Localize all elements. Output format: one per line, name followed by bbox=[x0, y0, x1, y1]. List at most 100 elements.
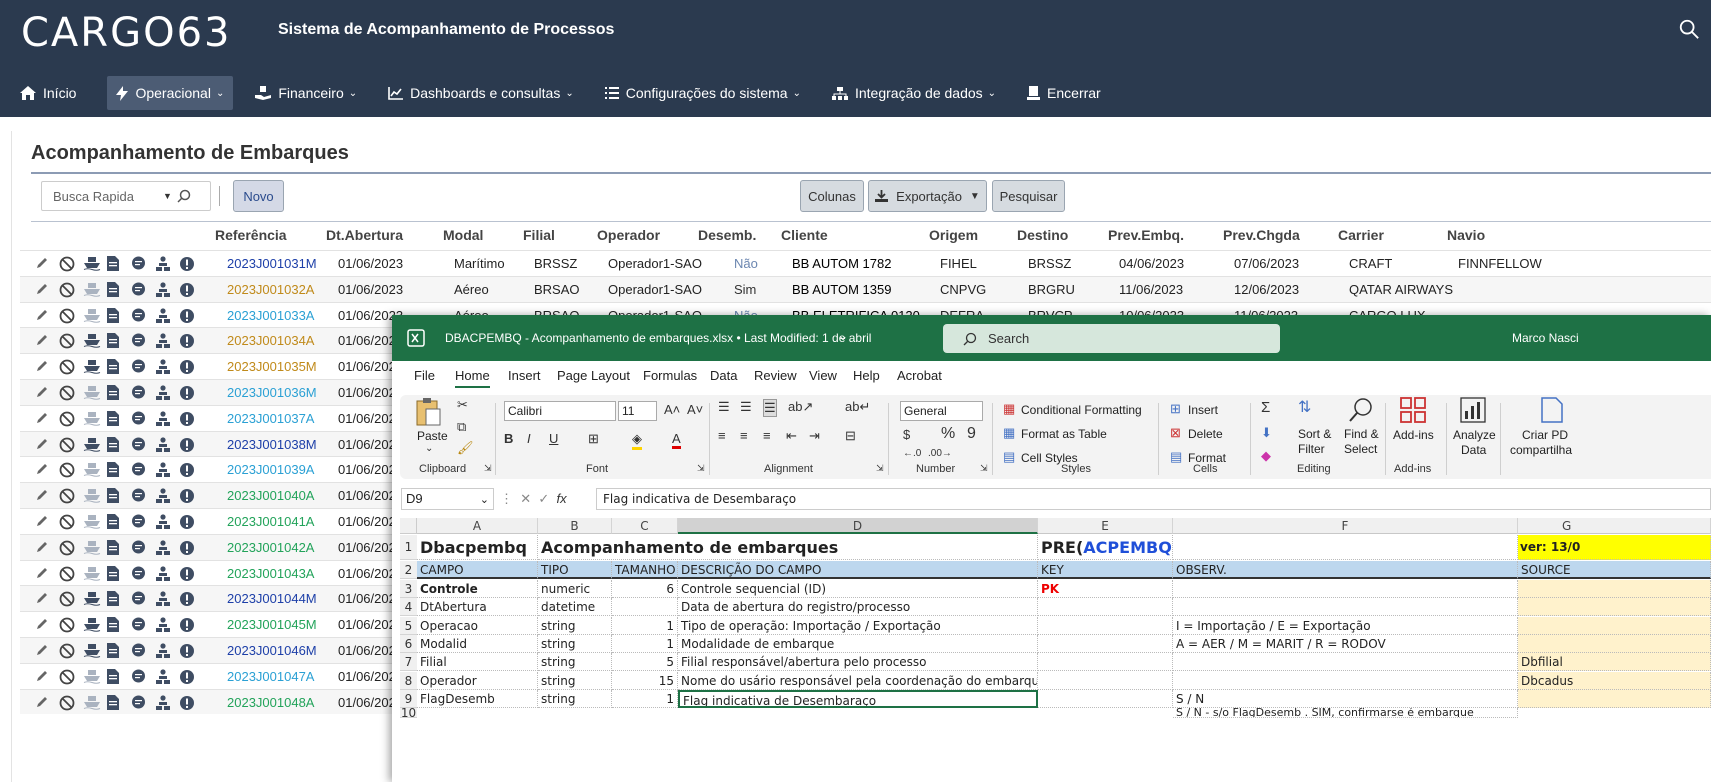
row-header[interactable]: 1 bbox=[400, 535, 417, 560]
increase-indent-icon[interactable]: ⇥ bbox=[809, 428, 820, 444]
font-name-select[interactable]: Calibri bbox=[504, 401, 616, 421]
cell-c7[interactable]: 5 bbox=[612, 653, 678, 672]
pencil-icon[interactable] bbox=[35, 566, 59, 582]
cell-e9[interactable] bbox=[1038, 689, 1173, 708]
caret-down-icon[interactable]: ▼ bbox=[163, 191, 172, 201]
colunas-button[interactable]: Colunas bbox=[800, 180, 864, 212]
cell-ref[interactable]: 2023J001047A bbox=[227, 669, 314, 684]
tab-page-layout[interactable]: Page Layout bbox=[557, 368, 630, 383]
document-icon[interactable] bbox=[107, 256, 131, 272]
chat-icon[interactable] bbox=[131, 437, 155, 453]
cell-e7[interactable] bbox=[1038, 653, 1173, 672]
nav-inicio[interactable]: Início bbox=[11, 76, 85, 110]
pencil-icon[interactable] bbox=[35, 359, 59, 375]
row-header[interactable]: 7 bbox=[400, 653, 417, 672]
col-operador[interactable]: Operador bbox=[597, 227, 660, 243]
chat-icon[interactable] bbox=[131, 669, 155, 685]
ban-icon[interactable] bbox=[59, 591, 83, 607]
pencil-icon[interactable] bbox=[35, 540, 59, 556]
analyze-data-icon[interactable] bbox=[1460, 397, 1486, 423]
comma-style-icon[interactable]: 9 bbox=[967, 425, 976, 443]
cell-f6[interactable]: A = AER / M = MARIT / R = RODOV bbox=[1173, 634, 1518, 653]
alert-icon[interactable] bbox=[179, 669, 203, 685]
search-icon[interactable] bbox=[177, 189, 192, 204]
nav-financeiro[interactable]: Financeiro ⌄ bbox=[246, 76, 366, 110]
font-size-select[interactable]: 11 bbox=[618, 401, 657, 421]
row-header[interactable]: 5 bbox=[400, 616, 417, 635]
align-right-icon[interactable]: ≡ bbox=[763, 428, 771, 443]
chevron-down-icon[interactable]: ⌄ bbox=[425, 443, 433, 454]
chat-icon[interactable] bbox=[131, 256, 155, 272]
cell-e3[interactable]: PK bbox=[1038, 580, 1173, 598]
alert-icon[interactable] bbox=[179, 540, 203, 556]
users-icon[interactable] bbox=[155, 591, 179, 607]
pencil-icon[interactable] bbox=[35, 256, 59, 272]
cell-a9[interactable]: FlagDesemb bbox=[417, 689, 538, 708]
alert-icon[interactable] bbox=[179, 333, 203, 349]
document-icon[interactable] bbox=[107, 359, 131, 375]
ship-icon[interactable] bbox=[83, 540, 107, 556]
users-icon[interactable] bbox=[155, 333, 179, 349]
nav-dashboards[interactable]: Dashboards e consultas ⌄ bbox=[379, 76, 583, 110]
users-icon[interactable] bbox=[155, 540, 179, 556]
alert-icon[interactable] bbox=[179, 385, 203, 401]
cell-a4[interactable]: DtAbertura bbox=[417, 598, 538, 617]
find-icon[interactable] bbox=[1348, 397, 1374, 423]
ban-icon[interactable] bbox=[59, 488, 83, 504]
borders-icon[interactable]: ⊞ bbox=[588, 431, 599, 447]
cell-e2[interactable]: KEY bbox=[1038, 561, 1173, 579]
col-referencia[interactable]: Referência bbox=[215, 227, 287, 243]
document-icon[interactable] bbox=[107, 565, 131, 582]
chat-icon[interactable] bbox=[131, 462, 155, 478]
row-header[interactable]: 4 bbox=[400, 598, 417, 617]
pencil-icon[interactable] bbox=[35, 643, 59, 659]
cell-d8[interactable]: Nome do usário responsável pela coordena… bbox=[678, 671, 1038, 690]
cell-ref[interactable]: 2023J001036M bbox=[227, 385, 317, 400]
cell-f4[interactable] bbox=[1173, 598, 1518, 617]
chat-icon[interactable] bbox=[131, 695, 155, 711]
cell-g5[interactable] bbox=[1518, 616, 1711, 635]
cell-e8[interactable] bbox=[1038, 671, 1173, 690]
col-prev-embq[interactable]: Prev.Embq. bbox=[1108, 227, 1184, 243]
dialog-launcher-icon[interactable]: ⇲ bbox=[876, 463, 884, 474]
users-icon[interactable] bbox=[155, 694, 179, 711]
bold-icon[interactable]: B bbox=[504, 431, 513, 446]
cell-c3[interactable]: 6 bbox=[612, 580, 678, 598]
cell-styles-icon[interactable]: ▤ bbox=[1003, 449, 1015, 465]
chat-icon[interactable] bbox=[131, 591, 155, 607]
decrease-indent-icon[interactable]: ⇤ bbox=[786, 428, 797, 444]
row-header[interactable]: 9 bbox=[400, 689, 417, 708]
ship-icon[interactable] bbox=[83, 333, 107, 349]
users-icon[interactable] bbox=[155, 617, 179, 633]
row-header[interactable]: 2 bbox=[400, 561, 417, 579]
ship-icon[interactable] bbox=[83, 514, 107, 530]
chat-icon[interactable] bbox=[131, 282, 155, 298]
document-icon[interactable] bbox=[107, 617, 131, 633]
ship-icon[interactable] bbox=[83, 591, 107, 607]
ban-icon[interactable] bbox=[59, 643, 83, 659]
align-bottom-icon[interactable]: ☰ bbox=[763, 399, 777, 417]
insert-cells-button[interactable]: Insert bbox=[1188, 403, 1218, 417]
conditional-formatting-button[interactable]: Conditional Formatting bbox=[1021, 403, 1142, 417]
chat-icon[interactable] bbox=[131, 359, 155, 375]
col-navio[interactable]: Navio bbox=[1447, 227, 1485, 243]
cell-b3[interactable]: numeric bbox=[538, 580, 612, 598]
chat-icon[interactable] bbox=[131, 488, 155, 504]
users-icon[interactable] bbox=[155, 359, 179, 375]
cell-a6[interactable]: Modalid bbox=[417, 634, 538, 653]
cell-ref[interactable]: 2023J001038M bbox=[227, 437, 317, 452]
alert-icon[interactable] bbox=[179, 514, 203, 530]
ban-icon[interactable] bbox=[59, 256, 83, 272]
alert-icon[interactable] bbox=[179, 256, 203, 272]
excel-filename[interactable]: DBACPEMBQ - Acompanhamento de embarques.… bbox=[445, 331, 871, 345]
tab-data[interactable]: Data bbox=[710, 368, 737, 383]
cell-g2[interactable]: SOURCE bbox=[1518, 561, 1711, 579]
cell-g8[interactable]: Dbcadus bbox=[1518, 671, 1711, 690]
align-center-icon[interactable]: ≡ bbox=[740, 428, 748, 443]
create-pdf-label-2[interactable]: compartilha bbox=[1510, 443, 1572, 457]
col-modal[interactable]: Modal bbox=[443, 227, 483, 243]
search-icon[interactable] bbox=[1678, 18, 1700, 40]
nav-integracao[interactable]: Integração de dados ⌄ bbox=[823, 76, 1005, 110]
pencil-icon[interactable] bbox=[35, 514, 59, 530]
cell-ref[interactable]: 2023J001033A bbox=[227, 308, 314, 323]
